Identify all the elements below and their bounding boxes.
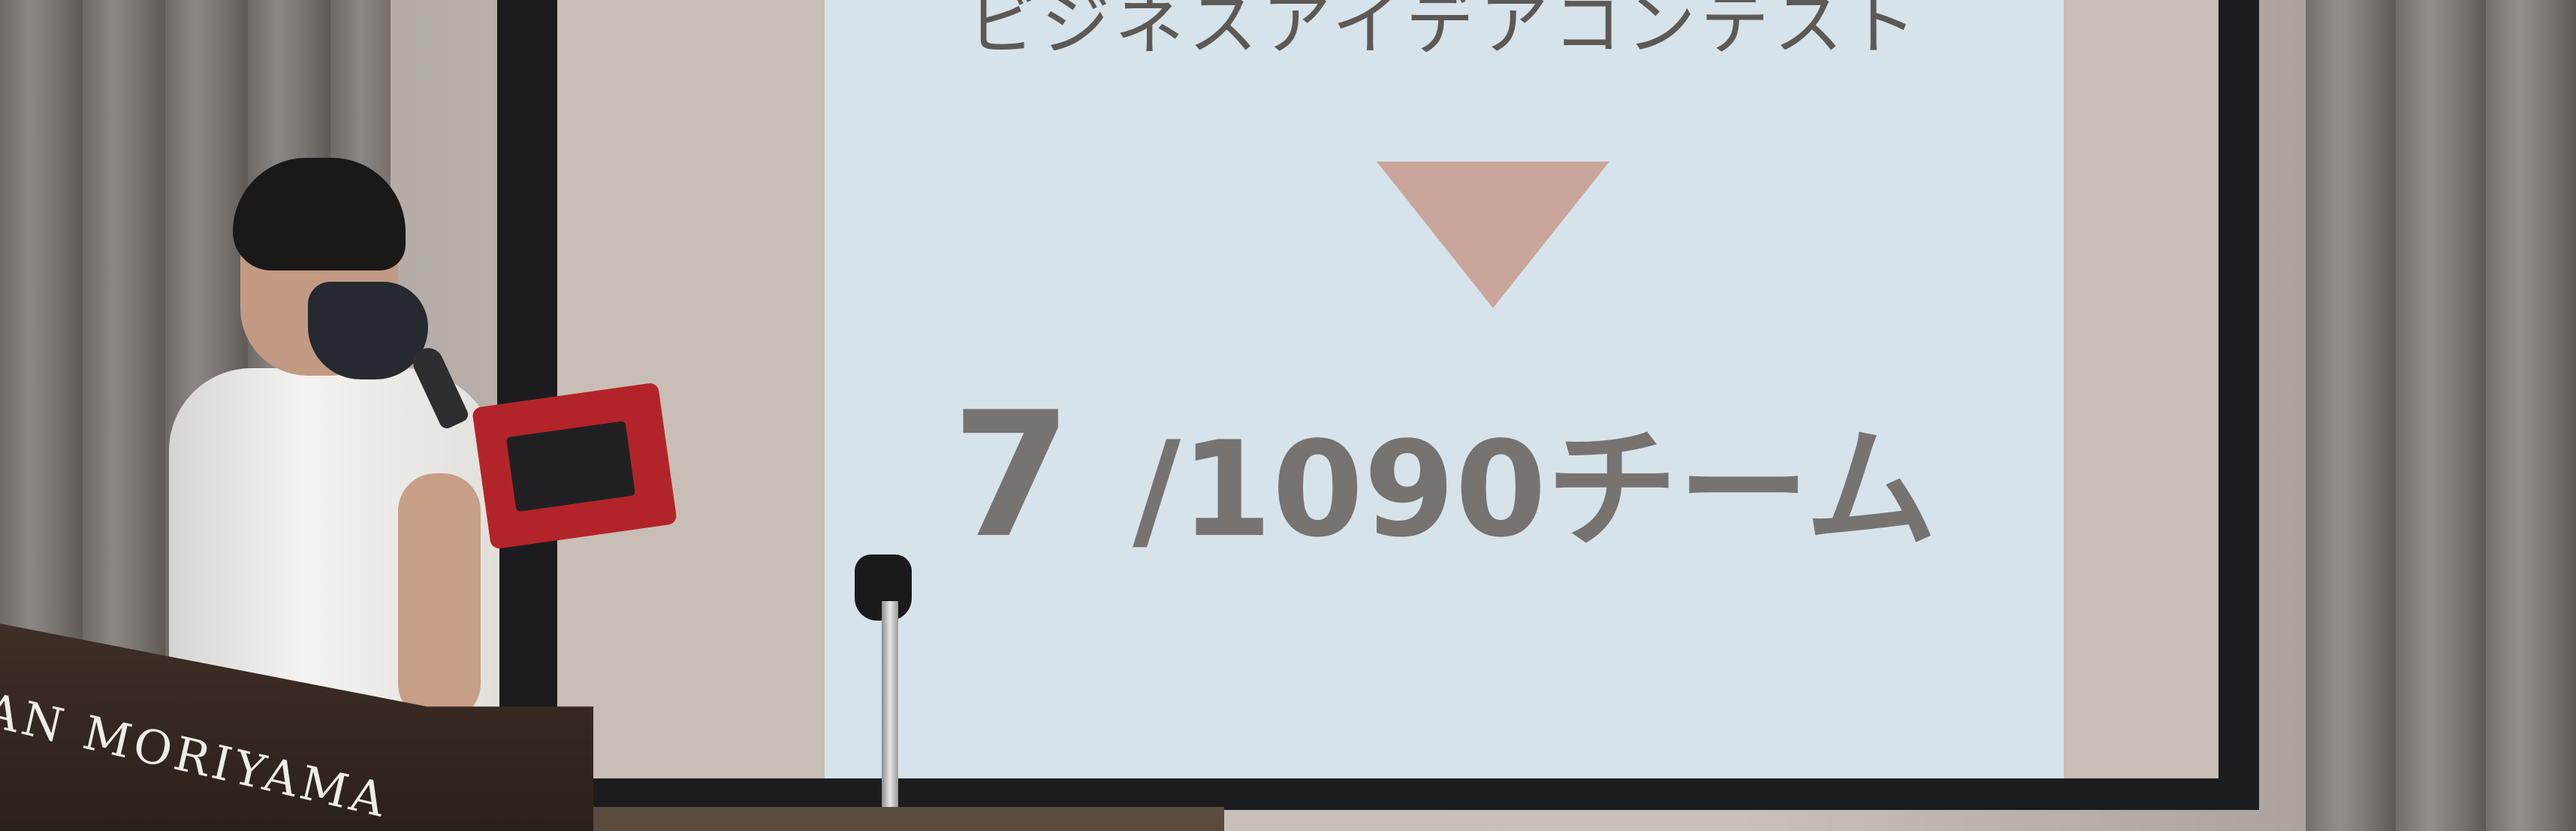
- desk: [586, 807, 1224, 831]
- slide-result: 7 /1090チーム: [825, 376, 2064, 576]
- slide-heading: ビジネスアイデアコンテスト: [967, 0, 1921, 65]
- presenter-arm: [398, 473, 481, 721]
- presenter-hair: [233, 158, 406, 270]
- right-curtain: [2306, 0, 2576, 831]
- tablet-device: [471, 382, 678, 550]
- face-mask: [308, 282, 428, 379]
- result-rank: 7: [952, 376, 1072, 576]
- down-triangle-icon: [1377, 162, 1609, 308]
- mic-stand: [882, 601, 898, 831]
- result-total: /1090チーム: [1087, 414, 1937, 567]
- projected-slide: ビジネスアイデアコンテスト 7 /1090チーム: [825, 0, 2064, 778]
- presentation-photo: ビジネスアイデアコンテスト 7 /1090チーム AN MORIYAMA: [0, 0, 2576, 831]
